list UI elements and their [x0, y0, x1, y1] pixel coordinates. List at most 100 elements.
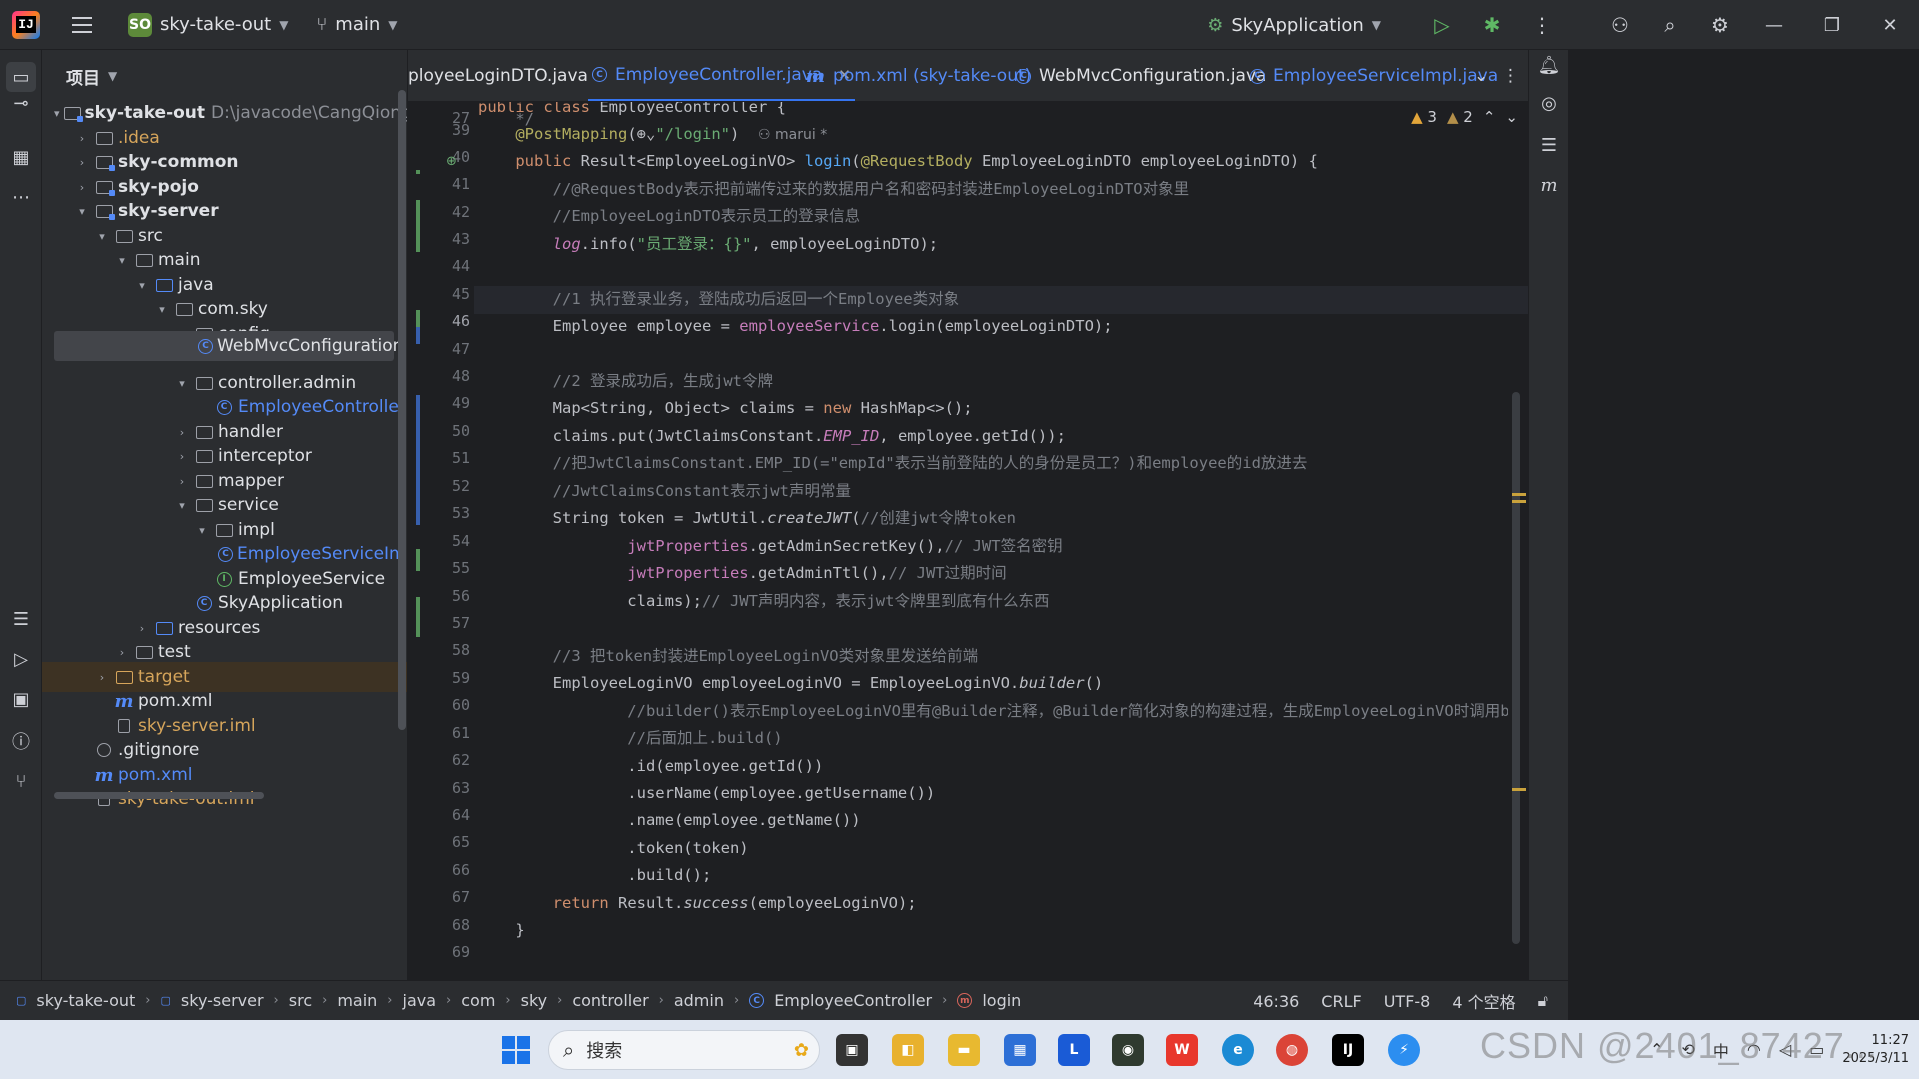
vcs-change-marker[interactable]: [416, 549, 420, 571]
error-stripe-mark[interactable]: [1512, 500, 1526, 503]
collapse-arrow-icon[interactable]: ›: [74, 156, 90, 169]
notifications-bell-icon[interactable]: 🔔︎: [1534, 50, 1564, 80]
task-view-icon[interactable]: ▣: [836, 1034, 868, 1066]
collapse-arrow-icon[interactable]: ›: [114, 646, 130, 659]
expand-arrow-icon[interactable]: ▾: [54, 107, 60, 120]
expand-arrow-icon[interactable]: ▾: [74, 205, 90, 218]
taskbar-search[interactable]: ⌕ 搜索 ✿: [548, 1030, 820, 1070]
restore-button[interactable]: ❐: [1803, 0, 1861, 50]
read-only-lock-icon[interactable]: 🔓︎: [1538, 991, 1548, 1011]
maven-icon[interactable]: m: [1534, 170, 1564, 200]
error-stripe-mark[interactable]: [1512, 493, 1526, 496]
terminal-icon[interactable]: ▣: [6, 684, 36, 714]
main-menu-icon[interactable]: [72, 11, 100, 39]
error-stripe-mark[interactable]: [1512, 788, 1526, 791]
project-switcher[interactable]: SO sky-take-out ▼: [128, 12, 288, 37]
chrome-browser-icon[interactable]: ◍: [1276, 1034, 1308, 1066]
project-panel-header[interactable]: 项目 ▼: [42, 50, 407, 102]
debug-icon[interactable]: ✱: [1479, 12, 1505, 38]
tab-webmvc-configuration[interactable]: C WebMvcConfiguration.java: [1016, 50, 1266, 101]
code-editor[interactable]: 27 39 40 41 42 43 44 45 46 47 48 49 50 5…: [408, 102, 1528, 980]
tab-employee-service-impl[interactable]: C EmployeeServiceImpl.java: [1250, 50, 1498, 101]
tab-employee-login-dto[interactable]: ployeeLoginDTO.java: [408, 50, 588, 101]
inspection-widget[interactable]: ▲ 3 ▲ 2 ⌃ ⌄: [1411, 108, 1518, 126]
wps-office-icon[interactable]: W: [1166, 1034, 1198, 1066]
breadcrumb-item[interactable]: java: [403, 991, 437, 1010]
close-button[interactable]: ✕: [1861, 0, 1919, 50]
collapse-arrow-icon[interactable]: ›: [174, 450, 190, 463]
bean-gutter-icon[interactable]: ⊕: [446, 154, 457, 169]
horizontal-scrollbar[interactable]: [54, 792, 264, 799]
database-icon[interactable]: ☰: [1534, 130, 1564, 160]
caret-position[interactable]: 46:36: [1253, 992, 1299, 1011]
run-config-selector[interactable]: ⚙ SkyApplication ▼: [1207, 15, 1381, 36]
structure-icon[interactable]: ▦: [6, 142, 36, 172]
git-icon[interactable]: ⑂: [6, 766, 36, 796]
services-icon[interactable]: ▷: [6, 644, 36, 674]
breadcrumb-item[interactable]: login: [982, 991, 1021, 1010]
app-blue-icon[interactable]: ⚡: [1388, 1034, 1420, 1066]
tree-item-selected[interactable]: C WebMvcConfiguration: [54, 331, 403, 361]
expand-arrow-icon[interactable]: ▾: [134, 279, 150, 292]
file-explorer-icon[interactable]: ▬: [948, 1034, 980, 1066]
expand-arrow-icon[interactable]: ▾: [194, 524, 210, 537]
more-tools-icon[interactable]: ⋯: [6, 182, 36, 212]
breadcrumb-item[interactable]: sky: [521, 991, 548, 1010]
expand-arrow-icon[interactable]: ▾: [114, 254, 130, 267]
edge-browser-icon[interactable]: e: [1222, 1034, 1254, 1066]
expand-arrow-icon[interactable]: ▾: [154, 303, 170, 316]
tab-more-icon[interactable]: ⋮: [1502, 50, 1519, 101]
breadcrumb-item[interactable]: sky-take-out: [36, 991, 135, 1010]
add-user-icon[interactable]: ⚇: [1607, 12, 1633, 38]
problems-icon[interactable]: ⓘ: [6, 726, 36, 756]
collapse-arrow-icon[interactable]: ›: [134, 622, 150, 635]
breadcrumb-item[interactable]: admin: [674, 991, 724, 1010]
windows-start-icon[interactable]: [502, 1036, 530, 1064]
app-owl-icon[interactable]: ◉: [1112, 1034, 1144, 1066]
collapse-arrow-icon[interactable]: ›: [74, 132, 90, 145]
collapse-arrow-icon[interactable]: ›: [94, 671, 110, 684]
expand-arrow-icon[interactable]: ▾: [94, 230, 110, 243]
settings-gear-icon[interactable]: ⚙: [1707, 12, 1733, 38]
microsoft-store-icon[interactable]: ▦: [1004, 1034, 1036, 1066]
expand-arrow-icon[interactable]: ▾: [174, 499, 190, 512]
collapse-arrow-icon[interactable]: ›: [174, 426, 190, 439]
search-icon[interactable]: ⌕: [1657, 12, 1683, 38]
line-number: 64: [451, 806, 470, 824]
vcs-change-marker[interactable]: [416, 170, 420, 174]
branch-switcher[interactable]: ⑂ main ▼: [316, 14, 397, 35]
editor-scrollbar[interactable]: [1512, 392, 1520, 944]
breadcrumb-item[interactable]: controller: [572, 991, 648, 1010]
breadcrumb-item[interactable]: sky-server: [181, 991, 264, 1010]
commit-icon[interactable]: ⊸: [6, 88, 36, 118]
vcs-change-marker[interactable]: [416, 395, 420, 525]
vertical-scrollbar[interactable]: [398, 90, 406, 730]
breadcrumb-item[interactable]: main: [337, 991, 377, 1010]
intellij-taskbar-icon[interactable]: IJ: [1332, 1034, 1364, 1066]
ai-assistant-icon[interactable]: ◎: [1534, 88, 1564, 118]
app-l-icon[interactable]: L: [1058, 1034, 1090, 1066]
vcs-change-marker[interactable]: [416, 327, 420, 344]
next-highlight-icon[interactable]: ⌄: [1505, 108, 1518, 126]
tree-item[interactable]: sky-take-out.iml: [42, 784, 407, 814]
collapse-arrow-icon[interactable]: ›: [174, 475, 190, 488]
tab-pom-xml[interactable]: m pom.xml (sky-take-out): [806, 50, 1031, 101]
vcs-change-marker[interactable]: [416, 597, 420, 637]
indent-setting[interactable]: 4 个空格: [1452, 989, 1515, 1013]
breadcrumb-item[interactable]: EmployeeController: [774, 991, 932, 1010]
line-separator[interactable]: CRLF: [1321, 992, 1361, 1011]
file-encoding[interactable]: UTF-8: [1384, 992, 1431, 1011]
previous-highlight-icon[interactable]: ⌃: [1483, 108, 1496, 126]
expand-arrow-icon[interactable]: ▾: [174, 377, 190, 390]
minimize-button[interactable]: —: [1745, 0, 1803, 50]
tab-list-chevron-icon[interactable]: ⌄: [1474, 50, 1488, 101]
run-icon[interactable]: ▷: [1429, 12, 1455, 38]
breadcrumb-item[interactable]: src: [289, 991, 312, 1010]
more-actions-icon[interactable]: ⋮: [1529, 12, 1555, 38]
intellij-logo-icon[interactable]: IJ: [12, 10, 40, 39]
collapse-arrow-icon[interactable]: ›: [74, 181, 90, 194]
breadcrumb-item[interactable]: com: [461, 991, 495, 1010]
database-icon[interactable]: ☰: [6, 604, 36, 634]
widgets-icon[interactable]: ◧: [892, 1034, 924, 1066]
vcs-change-marker[interactable]: [416, 200, 420, 252]
